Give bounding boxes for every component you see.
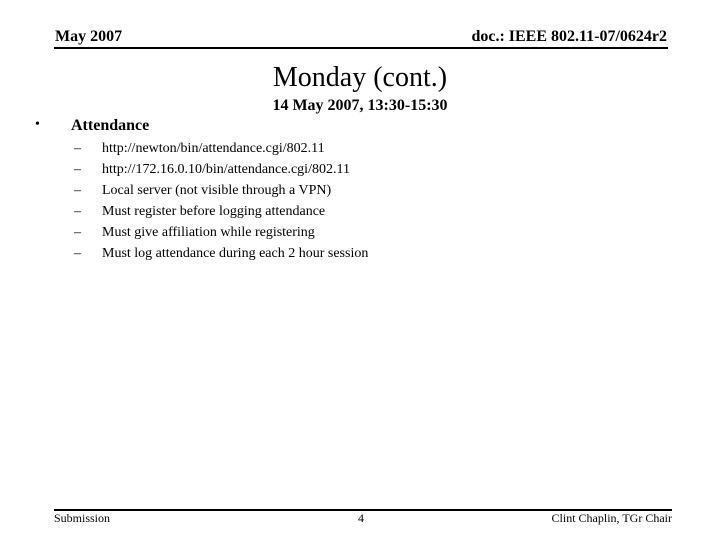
header-date: May 2007 xyxy=(55,28,123,45)
header-divider xyxy=(54,47,668,49)
dash-icon: – xyxy=(74,246,81,261)
footer-author: Clint Chaplin, TGr Chair xyxy=(551,511,672,525)
footer-submission: Submission xyxy=(54,511,111,525)
dash-icon: – xyxy=(74,204,81,219)
list-item-text: http://172.16.0.10/bin/attendance.cgi/80… xyxy=(102,162,350,177)
list-item-text: Local server (not visible through a VPN) xyxy=(102,183,332,198)
bullet-icon: • xyxy=(35,117,40,132)
bullet-heading-attendance: Attendance xyxy=(71,117,150,134)
header-doc-id: doc.: IEEE 802.11-07/0624r2 xyxy=(471,28,667,45)
dash-icon: – xyxy=(74,141,81,156)
list-item-text: Must register before logging attendance xyxy=(102,204,326,219)
slide-subtitle: 14 May 2007, 13:30-15:30 xyxy=(272,97,448,114)
dash-icon: – xyxy=(74,162,81,177)
footer-page-number: 4 xyxy=(358,511,364,525)
list-item-text: Must give affiliation while registering xyxy=(102,225,315,240)
slide-title: Monday (cont.) xyxy=(272,62,448,93)
dash-icon: – xyxy=(74,225,81,240)
list-item-text: http://newton/bin/attendance.cgi/802.11 xyxy=(102,141,325,156)
dash-icon: – xyxy=(74,183,81,198)
list-item-text: Must log attendance during each 2 hour s… xyxy=(102,246,369,261)
